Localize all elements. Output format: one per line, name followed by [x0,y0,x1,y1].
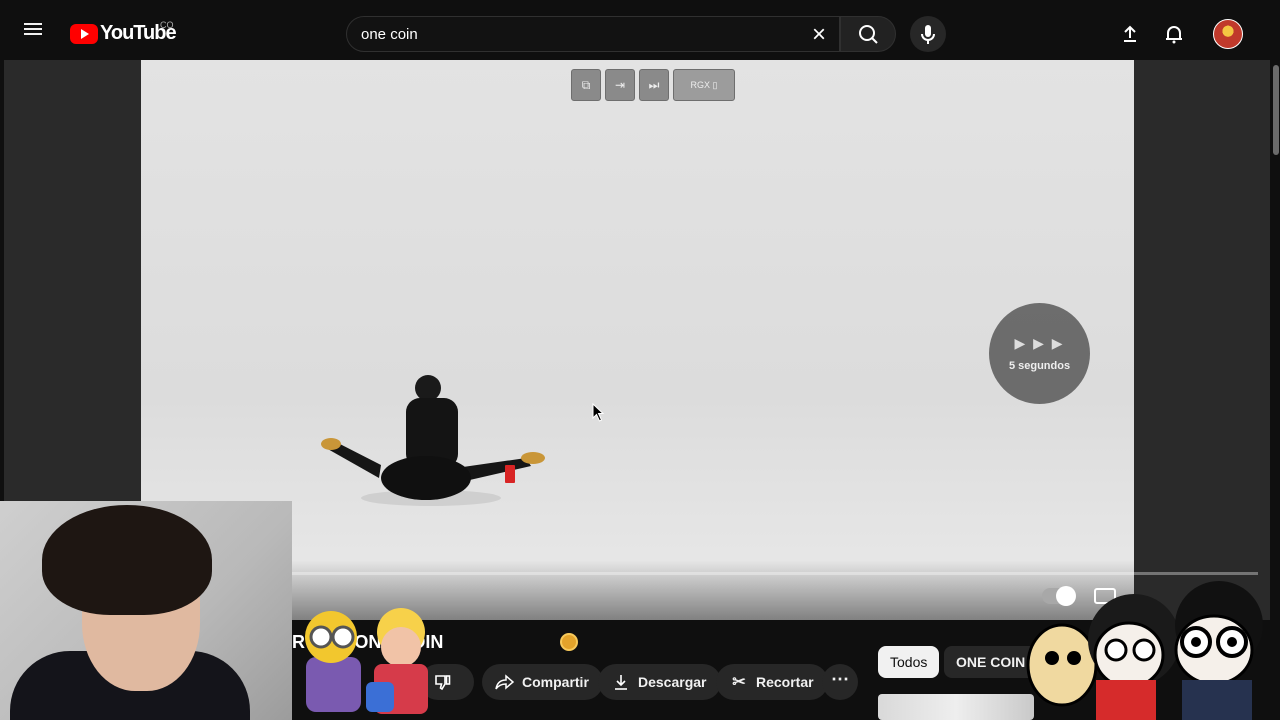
country-code: CO [160,20,174,30]
webcam-overlay [0,501,292,720]
share-label: Compartir [522,674,589,690]
character-sticker-right [1026,581,1263,720]
red-cup [505,465,515,483]
download-label: Descargar [638,674,707,690]
skip-next-icon[interactable]: ⏭ [639,69,669,101]
webcam-hair [42,505,212,615]
clear-icon[interactable]: × [805,21,833,49]
share-button[interactable]: Compartir [482,664,603,700]
coin-icon [560,633,578,651]
fast-forward-icon: ▶ ▶ ▶ [1014,335,1065,351]
chip-all[interactable]: Todos [878,646,940,678]
scrollbar-thumb[interactable] [1273,65,1279,155]
bell-icon[interactable] [1162,22,1186,46]
voice-search-button[interactable] [910,16,946,52]
clip-label: Recortar [756,674,814,690]
video-person [321,375,545,506]
download-icon [610,672,632,692]
popout-icon[interactable]: ⧉ [571,69,601,101]
clip-button[interactable]: ✂ Recortar [716,664,828,700]
download-button[interactable]: Descargar [598,664,721,700]
menu-icon[interactable] [24,20,50,46]
rgx-button[interactable]: RGX ▯ [673,69,735,101]
search-icon [859,25,878,44]
search-query: one coin [361,26,418,43]
enter-icon[interactable]: ⇥ [605,69,635,101]
share-icon [494,672,516,692]
youtube-logo[interactable]: YouTube CO [70,20,177,45]
mic-icon [921,25,935,44]
extension-toolbar: ⧉ ⇥ ⏭ RGX ▯ [571,69,735,101]
top-bar: YouTube CO one coin × [0,0,1280,60]
rgx-label: RGX [690,80,711,90]
search-input[interactable]: one coin × [346,16,840,52]
scissors-icon: ✂ [732,674,746,691]
more-actions-button[interactable]: ⋯ [822,664,858,700]
upload-icon[interactable] [1118,22,1142,46]
recommended-video-thumbnail[interactable] [878,694,1034,720]
progress-bar[interactable] [290,572,1258,575]
youtube-logo-icon [70,23,98,44]
avatar[interactable] [1213,19,1243,49]
skip-label: 5 segundos [1008,360,1071,372]
search-button[interactable] [840,16,896,52]
skip-indicator: ▶ ▶ ▶ 5 segundos [989,303,1090,404]
cursor-icon [592,403,605,422]
character-sticker-left [305,608,428,714]
